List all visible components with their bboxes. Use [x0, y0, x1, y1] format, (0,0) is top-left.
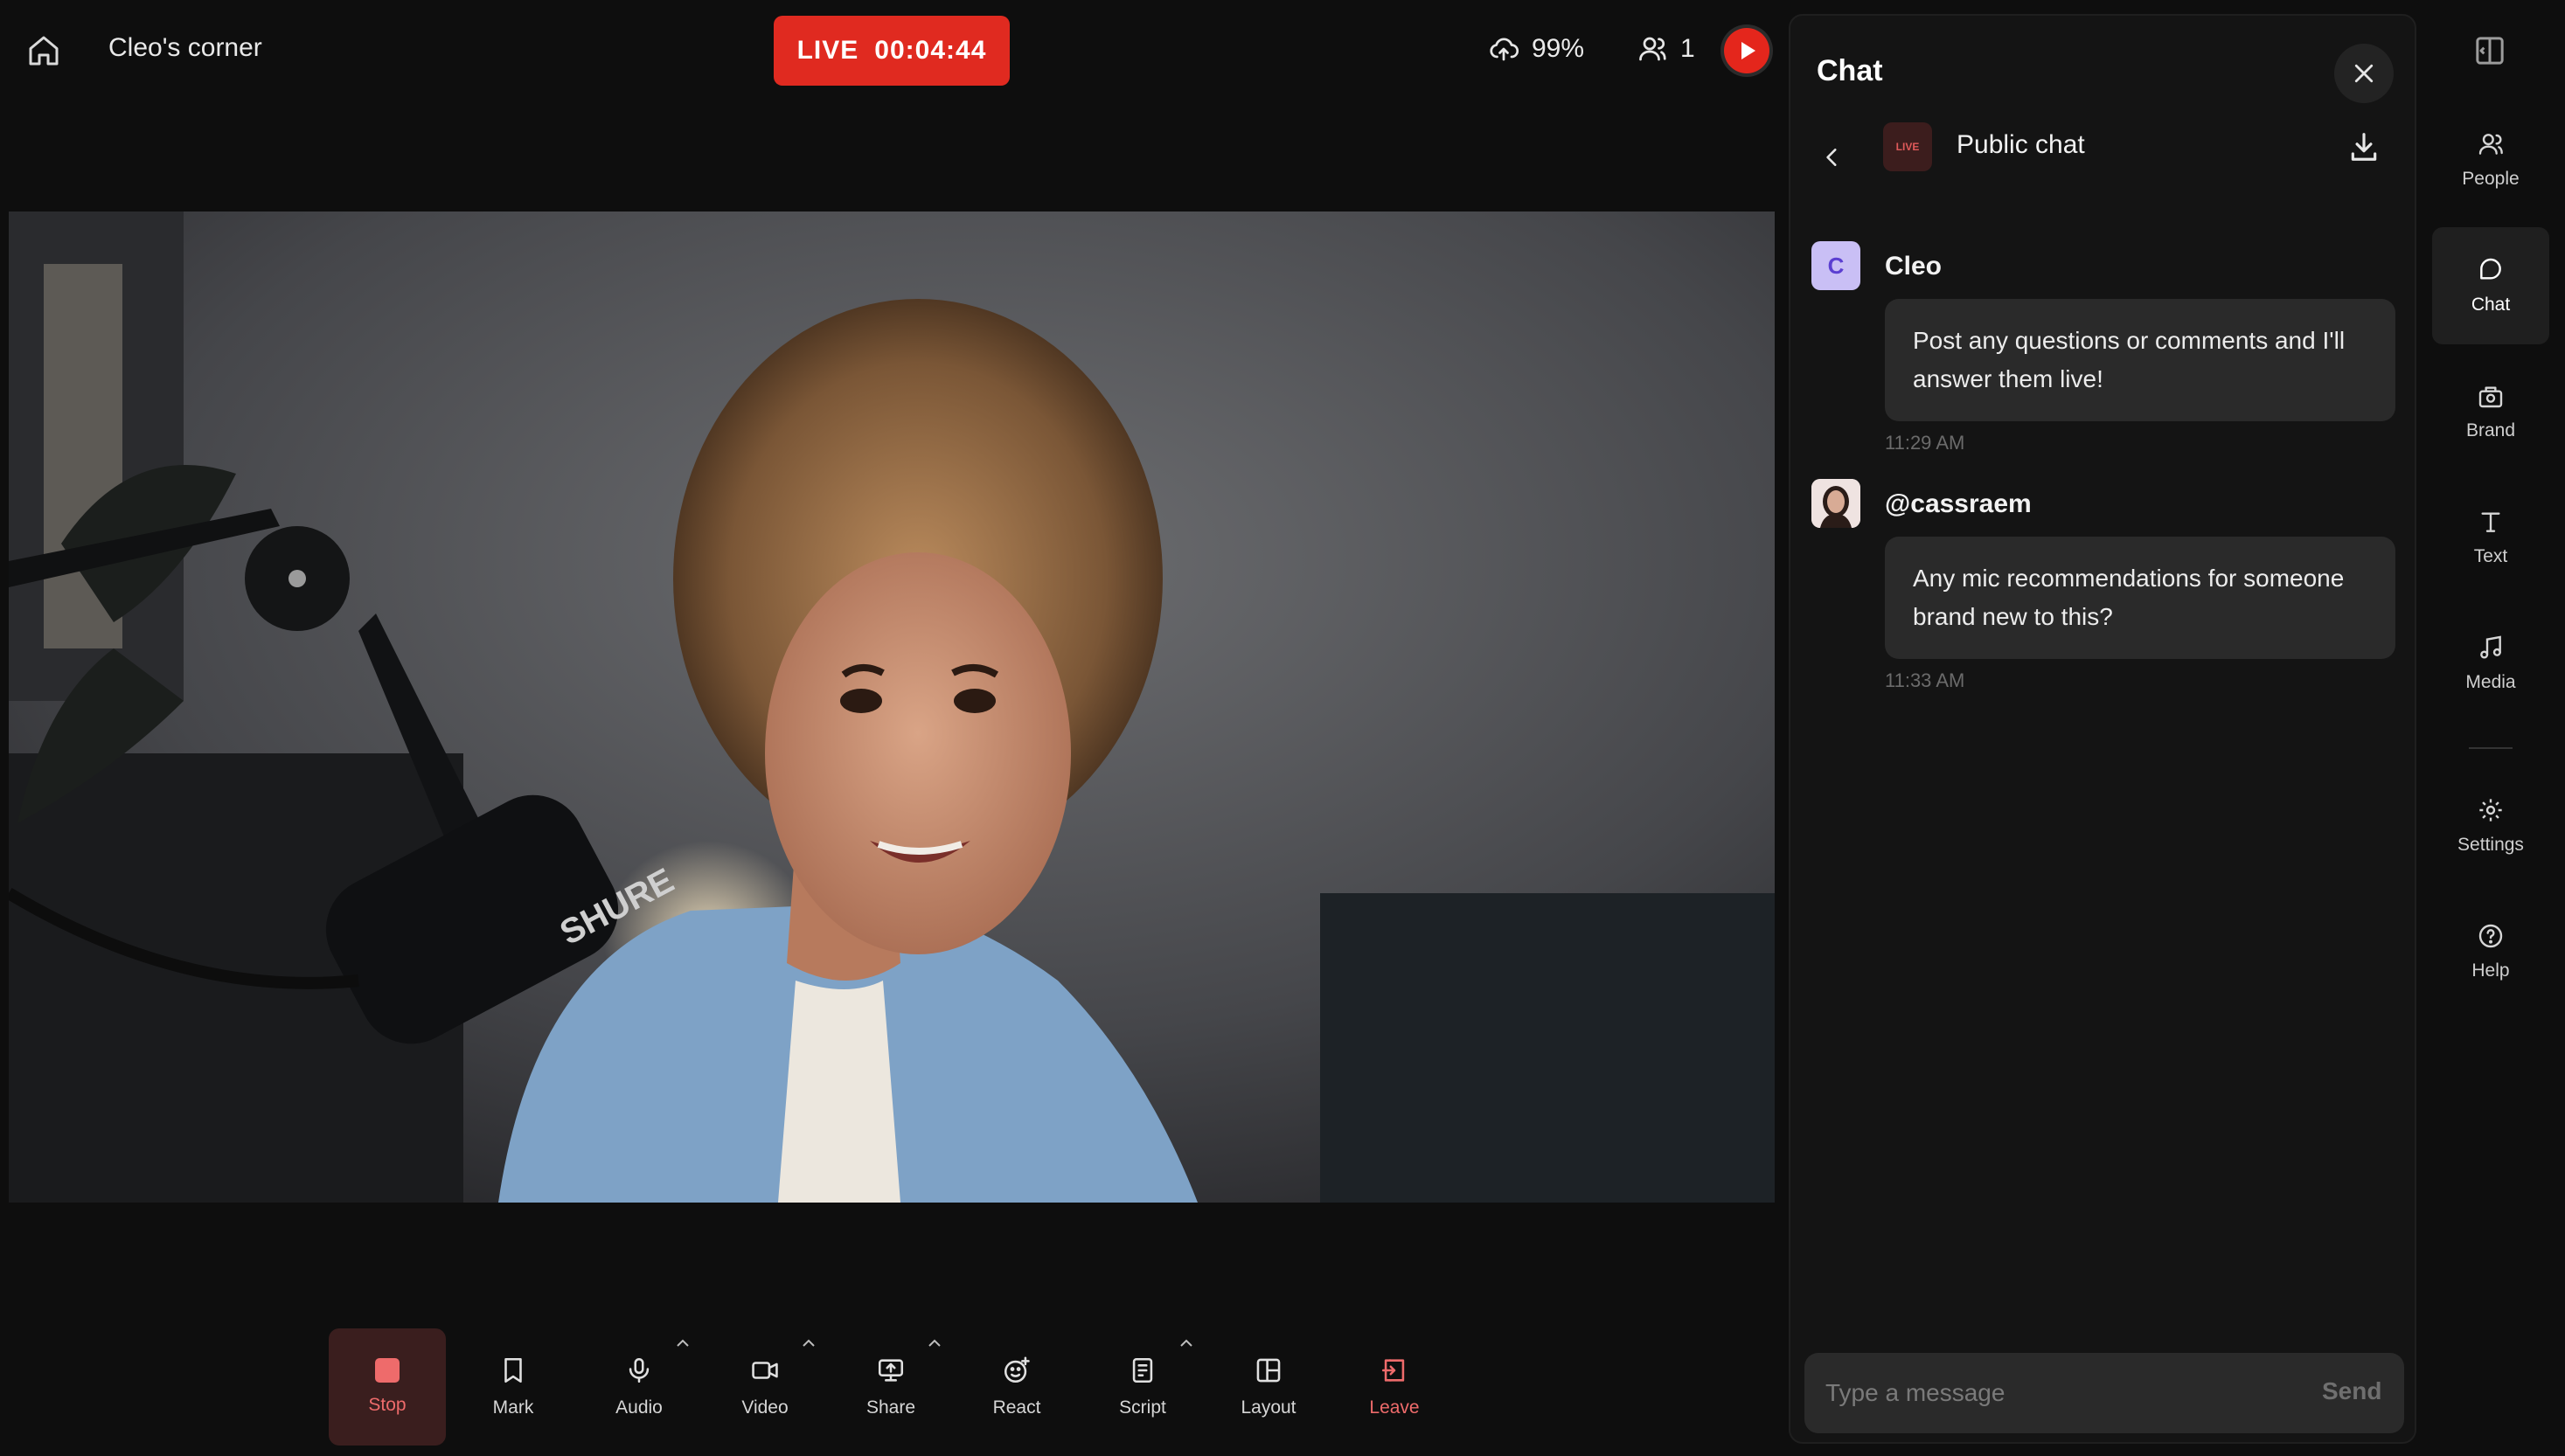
host-video-feed: SHURE: [9, 211, 1775, 1203]
rail-item-people[interactable]: People: [2432, 101, 2549, 218]
layout-button[interactable]: Layout: [1210, 1328, 1327, 1446]
close-chat-button[interactable]: [2334, 44, 2394, 103]
layout-icon: [1256, 1358, 1281, 1383]
text-icon: [2481, 512, 2500, 532]
share-options-caret-icon[interactable]: [927, 1337, 942, 1349]
rail-item-brand[interactable]: Brand: [2432, 353, 2549, 470]
chat-panel: Chat LIVE Public chat C Cleo Post any qu…: [1789, 14, 2416, 1444]
audio-button[interactable]: Audio: [580, 1328, 698, 1446]
music-note-icon: [2480, 635, 2501, 659]
brand-kit-icon: [2478, 386, 2503, 408]
message-author: @cassraem: [1885, 489, 2032, 518]
message-author: Cleo: [1885, 252, 1943, 281]
video-options-caret-icon[interactable]: [801, 1337, 817, 1349]
upload-quality-value: 99%: [1532, 34, 1585, 63]
audio-options-caret-icon[interactable]: [675, 1337, 691, 1349]
share-label: Share: [865, 1397, 916, 1418]
people-icon: [2478, 134, 2503, 155]
bookmark-icon: [504, 1357, 522, 1383]
download-icon: [2351, 133, 2377, 161]
video-label: Video: [741, 1397, 789, 1418]
leave-door-icon: [1381, 1359, 1405, 1382]
camera-icon: [752, 1362, 778, 1379]
home-icon: [29, 36, 59, 66]
emoji-add-icon: [1004, 1356, 1030, 1383]
help-icon: [2478, 924, 2503, 948]
live-timer: 00:04:44: [874, 36, 987, 65]
rail-label-media: Media: [2465, 672, 2516, 692]
rail-label-chat: Chat: [2471, 295, 2511, 315]
share-button[interactable]: Share: [832, 1328, 949, 1446]
message-bubble: Any mic recommendations for someone bran…: [1885, 537, 2395, 659]
chat-bubble-icon: [2480, 258, 2501, 280]
chat-panel-title: Chat: [1817, 54, 1883, 87]
avatar: [1811, 479, 1860, 528]
avatar: C: [1811, 241, 1860, 290]
chevron-left-icon: [1826, 149, 1837, 166]
live-label: LIVE: [796, 36, 859, 65]
youtube-icon: [1724, 28, 1769, 73]
message-input[interactable]: [1825, 1353, 2280, 1433]
sidebar-toggle-icon: [2476, 37, 2504, 65]
screen-share-icon: [878, 1359, 904, 1382]
script-label: Script: [1119, 1397, 1166, 1418]
script-button[interactable]: Script: [1084, 1328, 1201, 1446]
script-document-icon: [1132, 1357, 1153, 1383]
rail-label-help: Help: [2471, 960, 2510, 981]
rail-item-help[interactable]: Help: [2432, 893, 2549, 1010]
send-button[interactable]: Send: [2322, 1377, 2381, 1405]
rail-divider: [2469, 747, 2513, 749]
youtube-destination[interactable]: [1720, 24, 1773, 77]
message-composer: Send: [1804, 1353, 2404, 1433]
viewers-icon: [1639, 37, 1666, 61]
rail-label-people: People: [2462, 169, 2520, 189]
rail-label-settings: Settings: [2457, 835, 2524, 855]
close-icon: [2354, 64, 2374, 83]
live-channel-badge: LIVE: [1883, 122, 1932, 171]
video-button[interactable]: Video: [706, 1328, 824, 1446]
cloud-upload-icon: [1490, 38, 1519, 61]
message-bubble: Post any questions or comments and I'll …: [1885, 299, 2395, 421]
microphone-icon: [629, 1357, 650, 1383]
rail-item-media[interactable]: Media: [2432, 605, 2549, 722]
script-options-caret-icon[interactable]: [1178, 1337, 1194, 1349]
chat-channel-name: Public chat: [1957, 130, 2085, 159]
user-photo-icon: [1811, 479, 1860, 528]
mark-button[interactable]: Mark: [455, 1328, 572, 1446]
leave-button[interactable]: Leave: [1336, 1328, 1453, 1446]
message-timestamp: 11:33 AM: [1885, 669, 1965, 691]
rail-label-brand: Brand: [2465, 420, 2516, 440]
audio-label: Audio: [615, 1397, 663, 1418]
stop-label: Stop: [368, 1395, 407, 1415]
upload-quality-indicator[interactable]: 99%: [1488, 33, 1584, 65]
rail-label-text: Text: [2473, 546, 2508, 566]
home-button[interactable]: [24, 31, 63, 70]
stop-button[interactable]: Stop: [329, 1328, 446, 1446]
layout-label: Layout: [1241, 1397, 1296, 1418]
studio-window: Cleo's corner LIVE 00:04:44 99% 1 SHURE …: [0, 0, 2565, 1456]
gear-icon: [2479, 799, 2502, 822]
panel-toggle-button[interactable]: [2472, 33, 2511, 68]
rail-item-chat[interactable]: Chat: [2432, 227, 2549, 344]
viewer-count: 1: [1680, 34, 1695, 63]
mark-label: Mark: [492, 1397, 534, 1418]
message-timestamp: 11:29 AM: [1885, 432, 1965, 454]
studio-title: Cleo's corner: [108, 33, 262, 62]
video-stage: SHURE: [9, 211, 1775, 1203]
back-button[interactable]: [1817, 131, 1848, 184]
studio-toolbar: Stop Mark Audio Video Share React Script: [329, 1328, 1453, 1446]
react-label: React: [992, 1397, 1041, 1418]
rail-item-settings[interactable]: Settings: [2432, 767, 2549, 884]
live-timer-badge: LIVE 00:04:44: [774, 16, 1010, 86]
react-button[interactable]: React: [958, 1328, 1075, 1446]
download-chat-button[interactable]: [2345, 126, 2383, 168]
dog-sticker-overlay[interactable]: [1617, 351, 1775, 1203]
viewers-indicator[interactable]: 1: [1637, 33, 1695, 65]
rail-item-text[interactable]: Text: [2432, 479, 2549, 596]
leave-label: Leave: [1369, 1397, 1420, 1418]
stop-icon: [375, 1358, 400, 1383]
